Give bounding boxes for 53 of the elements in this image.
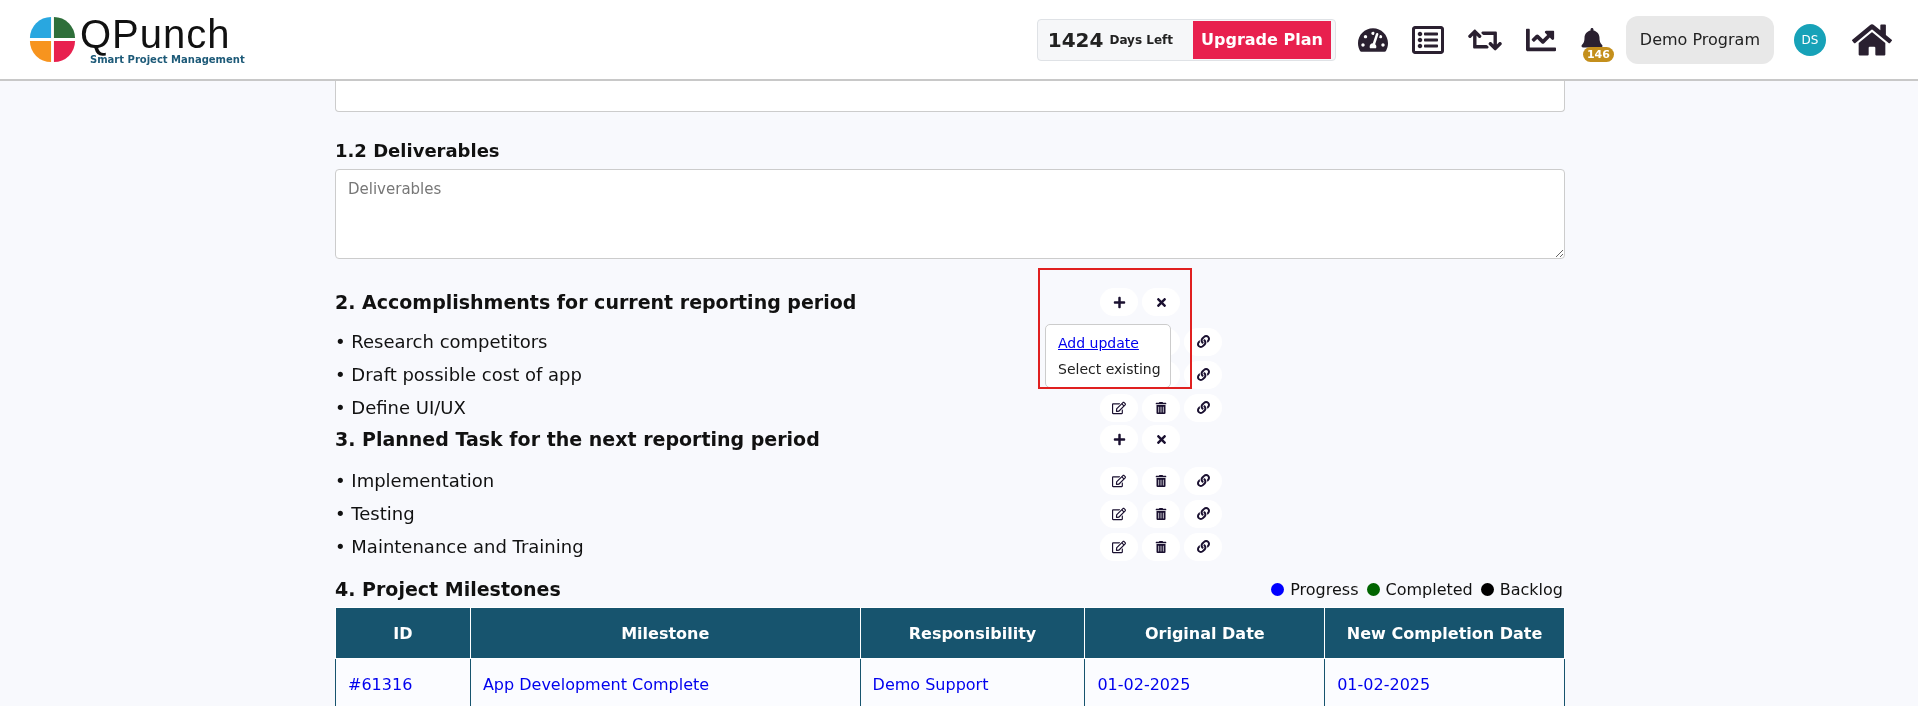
edit-icon[interactable]: [1100, 532, 1138, 561]
section-title: 3. Planned Task for the next reporting period: [335, 428, 820, 450]
column-header: Original Date: [1084, 607, 1325, 659]
trash-icon[interactable]: [1142, 393, 1180, 422]
table-cell[interactable]: App Development Complete: [470, 658, 861, 706]
list-item: • Implementation: [335, 470, 495, 491]
link-icon[interactable]: [1184, 499, 1222, 528]
edit-icon[interactable]: [1100, 499, 1138, 528]
logo-tagline: Smart Project Management: [90, 54, 245, 65]
link-icon[interactable]: [1184, 360, 1222, 389]
list-item: • Draft possible cost of app: [335, 364, 582, 385]
column-header: Milestone: [470, 607, 861, 659]
days-label: Days Left: [1109, 32, 1173, 47]
list-item: • Research competitors: [335, 331, 548, 352]
section-title: 2. Accomplishments for current reporting period: [335, 291, 857, 313]
section-title: 4. Project Milestones: [335, 578, 561, 600]
add-icon[interactable]: [1100, 425, 1138, 453]
column-header: Responsibility: [860, 607, 1085, 659]
link-icon[interactable]: [1184, 532, 1222, 561]
close-icon[interactable]: [1142, 425, 1180, 453]
legend-label: Completed: [1385, 579, 1473, 599]
menu-item[interactable]: Select existing: [1046, 359, 1170, 383]
list-item: • Testing: [335, 503, 415, 524]
trash-icon[interactable]: [1142, 499, 1180, 528]
table-cell[interactable]: 01-02-2025: [1324, 658, 1565, 706]
list-item: • Maintenance and Training: [335, 536, 584, 557]
edit-icon[interactable]: [1100, 466, 1138, 495]
program-selector[interactable]: Demo Program: [1625, 15, 1774, 64]
add-icon[interactable]: [1100, 288, 1138, 316]
section-title: 1.2 Deliverables: [335, 140, 501, 161]
column-header: ID: [335, 607, 471, 659]
legend-label: Backlog: [1499, 579, 1563, 599]
link-icon[interactable]: [1184, 466, 1222, 495]
logo-icon: [28, 14, 76, 65]
close-icon[interactable]: [1142, 288, 1180, 316]
notification-count: 146: [1582, 46, 1614, 62]
days-count: 1424: [1047, 27, 1104, 52]
menu-link[interactable]: Add update: [1046, 333, 1170, 359]
link-icon[interactable]: [1184, 327, 1222, 356]
table-cell[interactable]: Demo Support: [860, 658, 1085, 706]
deliverables-field[interactable]: Deliverables: [335, 169, 1565, 259]
link-icon[interactable]: [1184, 393, 1222, 422]
list-icon[interactable]: [1411, 23, 1444, 56]
trash-icon[interactable]: [1142, 532, 1180, 561]
trash-icon[interactable]: [1142, 466, 1180, 495]
logo-name: QPunch: [80, 14, 231, 54]
edit-icon[interactable]: [1100, 393, 1138, 422]
table-cell[interactable]: #61316: [335, 658, 471, 706]
table-cell[interactable]: 01-02-2025: [1084, 658, 1325, 706]
legend-label: Progress: [1290, 579, 1359, 599]
upgrade-button[interactable]: Upgrade Plan: [1193, 20, 1331, 59]
column-header: New Completion Date: [1324, 607, 1565, 659]
list-item: • Define UI/UX: [335, 397, 466, 418]
